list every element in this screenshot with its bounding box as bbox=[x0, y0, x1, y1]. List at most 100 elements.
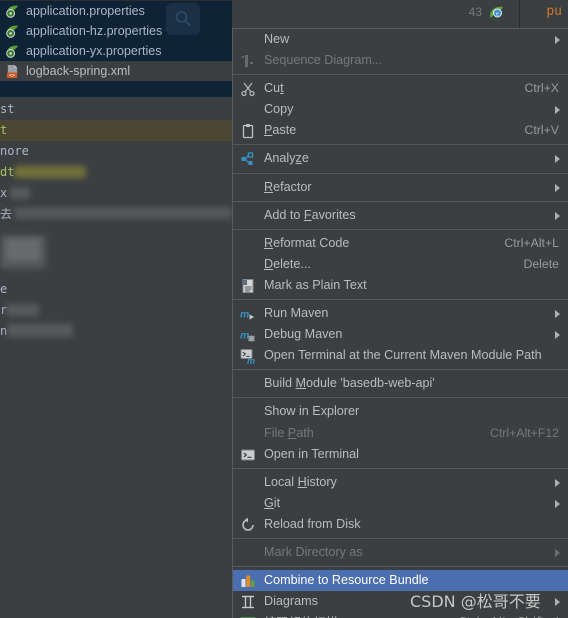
editor-line-redacted: r bbox=[0, 300, 232, 321]
redaction-block bbox=[7, 324, 73, 337]
spring-properties-icon bbox=[5, 44, 20, 59]
menu-item-reformat-code[interactable]: Reformat Code Ctrl+Alt+L bbox=[233, 233, 568, 254]
chevron-right-icon bbox=[555, 183, 560, 192]
search-icon bbox=[175, 11, 191, 27]
resource-bundle-icon bbox=[240, 573, 256, 589]
svg-text:m: m bbox=[240, 330, 249, 342]
menu-item-sequence-diagram: Sequence Diagram... bbox=[233, 50, 568, 71]
chevron-right-icon bbox=[555, 155, 560, 164]
maven-terminal-icon: m bbox=[240, 348, 256, 366]
tree-item-logback-spring-xml[interactable]: <> logback-spring.xml bbox=[0, 61, 232, 81]
xml-file-icon: <> bbox=[5, 64, 20, 79]
menu-item-analyze[interactable]: Analyze bbox=[233, 148, 568, 169]
menu-item-new[interactable]: New bbox=[233, 29, 568, 50]
editor-pane[interactable]: st t nore dt x 去 e r n bbox=[0, 97, 232, 618]
tree-item-label: application-yx.properties bbox=[26, 44, 162, 58]
menu-item-label: Mark as Plain Text bbox=[264, 277, 367, 292]
menu-item-编码规约扫描[interactable]: 编码规约扫描Ctrl+Alt+Shift+J bbox=[233, 612, 568, 618]
editor-line-redacted bbox=[0, 233, 232, 275]
menu-item-paste[interactable]: Paste Ctrl+V bbox=[233, 120, 568, 141]
tree-item-label: application-hz.properties bbox=[26, 24, 163, 38]
editor-line-redacted: n bbox=[0, 321, 232, 342]
editor-line: e bbox=[0, 279, 232, 300]
search-overlay-button[interactable] bbox=[166, 3, 200, 35]
menu-item-label: Git bbox=[264, 495, 281, 510]
menu-separator bbox=[233, 74, 568, 76]
terminal-icon bbox=[240, 447, 256, 463]
editor-text-fragment: t bbox=[0, 123, 8, 137]
chevron-right-icon bbox=[555, 478, 560, 487]
editor-line: nore bbox=[0, 141, 232, 162]
menu-item-label: Reload from Disk bbox=[264, 516, 361, 531]
menu-item-run-maven[interactable]: m Run Maven bbox=[233, 303, 568, 324]
code-snippet-text: pu bbox=[546, 4, 562, 19]
menu-item-shortcut: Ctrl+X bbox=[524, 81, 559, 96]
chevron-right-icon bbox=[555, 331, 560, 340]
menu-item-label: Paste bbox=[264, 123, 297, 138]
menu-item-reload-from-disk[interactable]: Reload from Disk bbox=[233, 514, 568, 535]
spring-properties-icon bbox=[5, 4, 20, 19]
menu-item-add-to-favorites[interactable]: Add to Favorites bbox=[233, 205, 568, 226]
menu-item-label: Delete... bbox=[264, 256, 311, 271]
menu-item-open-in-terminal[interactable]: Open in Terminal bbox=[233, 444, 568, 465]
menu-item-file-path: File Path Ctrl+Alt+F12 bbox=[233, 423, 568, 444]
menu-separator bbox=[233, 200, 568, 202]
editor-text-fragment: 去 bbox=[0, 207, 13, 221]
diagrams-icon bbox=[240, 594, 256, 610]
menu-item-label: Sequence Diagram... bbox=[264, 53, 383, 68]
menu-item-label: Cut bbox=[264, 81, 284, 96]
menu-item-label: Reformat Code bbox=[264, 235, 350, 250]
menu-separator bbox=[233, 467, 568, 469]
chevron-right-icon bbox=[555, 598, 560, 607]
menu-item-copy[interactable]: Copy bbox=[233, 99, 568, 120]
menu-item-delete[interactable]: Delete... Delete bbox=[233, 254, 568, 275]
menu-item-diagrams[interactable]: Diagrams bbox=[233, 591, 568, 612]
svg-text:m: m bbox=[240, 309, 249, 321]
chevron-right-icon bbox=[555, 499, 560, 508]
editor-text-fragment: nore bbox=[0, 144, 29, 158]
menu-item-label: File Path bbox=[264, 425, 314, 440]
menu-item-open-terminal-at-the-current-maven-module-path[interactable]: m Open Terminal at the Current Maven Modu… bbox=[233, 345, 568, 366]
menu-item-shortcut: Ctrl+Alt+L bbox=[504, 235, 559, 250]
menu-item-refactor[interactable]: Refactor bbox=[233, 177, 568, 198]
green-leaf-icon[interactable]: e bbox=[488, 5, 504, 21]
editor-text-fragment: st bbox=[0, 102, 15, 116]
menu-separator bbox=[233, 537, 568, 539]
screenshot-root: application.properties application-hz.pr… bbox=[0, 0, 568, 618]
menu-item-shortcut: Delete bbox=[523, 256, 559, 271]
chevron-right-icon bbox=[555, 36, 560, 44]
cut-icon bbox=[240, 81, 256, 97]
menu-item-cut[interactable]: Cut Ctrl+X bbox=[233, 78, 568, 99]
menu-item-label: Debug Maven bbox=[264, 327, 343, 342]
editor-line: st bbox=[0, 99, 232, 120]
menu-item-combine-to-resource-bundle[interactable]: Combine to Resource Bundle bbox=[233, 570, 568, 592]
menu-item-label: Refactor bbox=[264, 179, 312, 194]
tree-item-application-yx-properties[interactable]: application-yx.properties bbox=[0, 41, 232, 61]
menu-separator bbox=[233, 369, 568, 371]
redaction-block bbox=[6, 239, 40, 261]
redaction-block bbox=[6, 304, 39, 316]
tree-item-label: logback-spring.xml bbox=[26, 64, 131, 78]
analyze-icon bbox=[240, 151, 256, 167]
menu-item-label: Local History bbox=[264, 474, 337, 489]
menu-item-debug-maven[interactable]: m Debug Maven bbox=[233, 324, 568, 345]
menu-item-show-in-explorer[interactable]: Show in Explorer bbox=[233, 401, 568, 422]
spring-properties-icon bbox=[5, 24, 20, 39]
menu-separator bbox=[233, 397, 568, 399]
menu-item-label: Mark Directory as bbox=[264, 544, 363, 559]
editor-line-redacted: 去 bbox=[0, 204, 232, 225]
sequence-diagram-icon bbox=[240, 53, 256, 69]
menu-item-shortcut: Ctrl+Alt+Shift+J bbox=[458, 612, 559, 618]
menu-item-shortcut: Ctrl+Alt+F12 bbox=[489, 425, 559, 440]
menu-separator bbox=[233, 144, 568, 146]
context-menu[interactable]: New Sequence Diagram... Cut Ctrl+X Copy Paste… bbox=[232, 28, 568, 618]
menu-item-build-module-basedb-web-api[interactable]: Build Module 'basedb-web-api' bbox=[233, 373, 568, 394]
toolbar-divider bbox=[519, 0, 520, 28]
menu-item-mark-as-plain-text[interactable]: Mark as Plain Text bbox=[233, 275, 568, 296]
menu-item-git[interactable]: Git bbox=[233, 493, 568, 514]
menu-item-local-history[interactable]: Local History bbox=[233, 472, 568, 493]
menu-separator bbox=[233, 566, 568, 568]
menu-item-label: Open Terminal at the Current Maven Modul… bbox=[264, 348, 542, 363]
menu-item-label: Diagrams bbox=[264, 594, 318, 609]
menu-item-label: Copy bbox=[264, 102, 294, 117]
